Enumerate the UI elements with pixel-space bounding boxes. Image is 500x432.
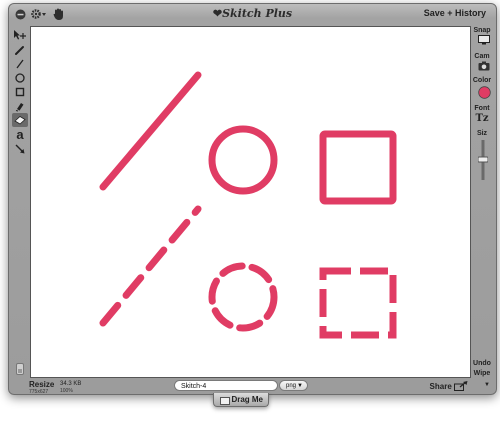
eraser-icon[interactable] [12,113,28,127]
image-dimensions: 775x627 [29,389,49,395]
snap-label: Snap [473,27,491,34]
skitch-window: ❤Skitch Plus Save + History a Snap Cam C… [8,3,497,395]
cam-label: Cam [474,53,490,60]
line-icon[interactable] [12,57,28,71]
format-value: png [286,383,297,389]
drag-me-label: Drag Me [231,395,263,404]
dashed-square[interactable] [319,267,397,339]
share-button[interactable]: Share [430,381,468,393]
heart-icon: ❤ [212,7,223,20]
file-size: 34.3 KB [60,381,82,387]
size-label: Siz [476,130,488,137]
drawing-shapes[interactable] [31,27,470,377]
solid-square[interactable] [319,130,397,205]
marker-icon[interactable] [12,99,28,113]
dashed-line[interactable] [99,205,202,327]
font-label: Font [474,105,490,112]
dropdown-caret-icon: ▼ [297,383,303,389]
text-tool-icon[interactable]: a [12,127,28,142]
switch-icon[interactable] [12,363,28,375]
arrow-tool-icon[interactable] [12,142,28,156]
bottom-bar: Resize 775x627 34.3 KB 100% Skitch-4 png… [9,376,496,395]
solid-line[interactable] [99,71,202,191]
font-icon[interactable]: Tz [470,113,494,124]
select-move-icon[interactable] [12,28,28,42]
snap-icon[interactable] [478,35,490,45]
rectangle-icon[interactable] [12,85,28,99]
undo-button[interactable]: Undo [470,360,494,367]
zoom-level: 100% [60,388,73,394]
file-name-field[interactable]: Skitch-4 [174,380,278,391]
drawing-canvas[interactable] [30,26,471,378]
ellipse-icon[interactable] [12,71,28,85]
title-bar: ❤Skitch Plus Save + History [9,4,496,24]
color-swatch[interactable] [478,86,491,99]
color-label: Color [472,77,492,84]
drag-me-tab[interactable]: Drag Me [213,393,269,407]
dashed-circle[interactable] [208,262,278,332]
share-dropdown-icon[interactable]: ▼ [484,382,490,388]
resize-button[interactable]: Resize [29,380,54,389]
save-history-button[interactable]: Save + History [424,8,486,18]
share-label: Share [429,382,452,392]
camera-icon[interactable] [478,61,490,71]
image-icon [220,397,230,405]
share-icon [454,381,468,393]
solid-circle[interactable] [208,125,278,195]
app-name: Skitch Plus [222,7,293,20]
format-select[interactable]: png ▼ [279,380,308,391]
size-slider[interactable] [478,140,488,180]
pen-icon[interactable] [12,43,28,57]
